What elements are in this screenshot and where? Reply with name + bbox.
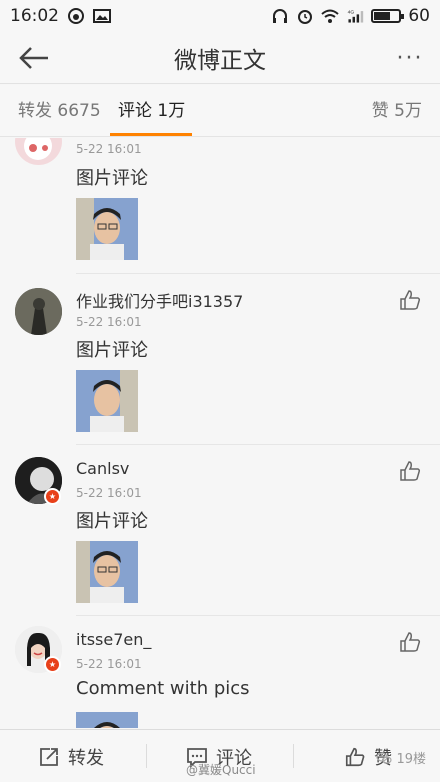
floor-count: 19楼 (396, 752, 426, 767)
battery-icon (371, 9, 405, 23)
comment-username[interactable]: itsse7en_ (76, 630, 151, 649)
comment-text: Comment with pics (76, 678, 250, 699)
network-type: 4G (348, 10, 355, 16)
comment-item: ★ Canlsv 5-22 16:01 图片评论 (0, 445, 440, 616)
cartoon-avatar-image (24, 138, 52, 160)
battery-fill (374, 12, 390, 20)
comment-image[interactable] (76, 541, 138, 603)
comment-time: 5-22 16:01 (76, 315, 142, 329)
wifi-icon (321, 9, 340, 23)
comment-time: 5-22 16:01 (76, 486, 142, 500)
like-thumb-icon[interactable] (398, 288, 422, 312)
watermark: @冀媛Qucci (186, 763, 256, 777)
verified-badge-icon: ★ (44, 488, 61, 505)
dark-figure-avatar-image (15, 288, 62, 335)
gallery-icon (93, 9, 111, 23)
title-bar: 微博正文 ··· (0, 32, 440, 84)
comment-list[interactable]: 5-22 16:01 图片评论 作业我们分手吧i31357 5-22 16:01… (0, 138, 440, 728)
repost-label: 转发 (68, 747, 104, 769)
tab-like[interactable]: 赞 5万 (372, 85, 422, 137)
back-button[interactable] (14, 40, 54, 76)
more-button[interactable]: ··· (388, 40, 432, 76)
action-separator (146, 744, 147, 768)
battery-percent: 60 (408, 6, 430, 26)
man-photo-image (76, 541, 138, 603)
headphones-icon (273, 9, 288, 23)
repost-icon (40, 747, 58, 766)
repost-button[interactable]: 转发 (38, 730, 104, 782)
man-photo-image (76, 198, 138, 260)
like-icon (345, 747, 365, 766)
wechat-icon (376, 751, 393, 764)
comment-item: ★ itsse7en_ 5-22 16:01 Comment with pics (0, 616, 440, 728)
comment-item: 5-22 16:01 图片评论 (0, 138, 440, 290)
like-thumb-icon[interactable] (398, 630, 422, 654)
avatar[interactable] (15, 138, 62, 165)
comment-image[interactable] (76, 198, 138, 260)
tab-bar: 转发 6675 评论 1万 赞 5万 (0, 85, 440, 137)
comment-username[interactable]: Canlsv (76, 459, 129, 478)
floor-indicator: 19楼 (376, 748, 426, 767)
comment-text: 图片评论 (76, 168, 148, 189)
verified-badge-icon: ★ (44, 656, 61, 673)
comment-text: 图片评论 (76, 511, 148, 532)
man-photo-image (76, 712, 138, 728)
comment-image[interactable] (76, 370, 138, 432)
like-thumb-icon[interactable] (398, 459, 422, 483)
back-arrow-icon (19, 47, 48, 69)
action-separator (293, 744, 294, 768)
status-bar: 16:02 4G 60 (0, 0, 440, 32)
comment-time: 5-22 16:01 (76, 142, 142, 156)
comment-text: 图片评论 (76, 340, 148, 361)
comment-image[interactable] (76, 712, 138, 728)
status-time: 16:02 (10, 6, 59, 26)
page-title: 微博正文 (174, 47, 266, 74)
alarm-icon (298, 10, 313, 24)
weibo-app-icon (68, 8, 84, 24)
man-photo-image (76, 370, 138, 432)
comment-username[interactable]: 作业我们分手吧i31357 (76, 288, 243, 312)
tab-comment[interactable]: 评论 1万 (118, 85, 185, 137)
avatar[interactable] (15, 288, 62, 335)
signal-icon: 4G (348, 10, 364, 23)
comment-time: 5-22 16:01 (76, 657, 142, 671)
tab-repost[interactable]: 转发 6675 (18, 85, 101, 137)
active-tab-indicator (110, 133, 192, 136)
comment-item: 作业我们分手吧i31357 5-22 16:01 图片评论 (0, 274, 440, 445)
